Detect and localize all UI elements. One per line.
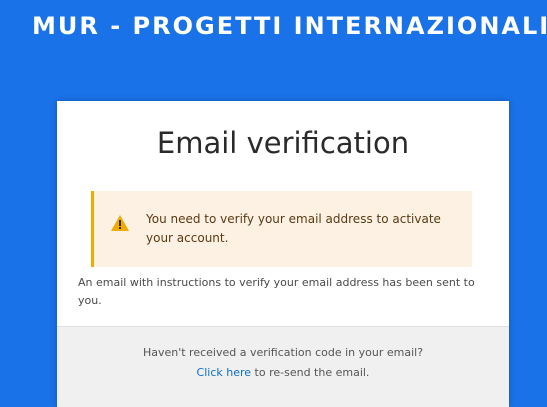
- resend-question: Haven't received a verification code in …: [142, 346, 424, 359]
- app-title: MUR - PROGETTI INTERNAZIONALI: [32, 12, 547, 40]
- card-footer: Haven't received a verification code in …: [57, 326, 509, 407]
- warning-alert: You need to verify your email address to…: [91, 191, 472, 267]
- info-message: An email with instructions to verify you…: [78, 276, 475, 307]
- warning-icon: [111, 215, 129, 231]
- resend-line: Click here to re-send the email.: [57, 364, 509, 382]
- page-title: Email verification: [156, 126, 410, 160]
- warning-message: You need to verify your email address to…: [146, 212, 441, 245]
- resend-suffix: to re-send the email.: [251, 366, 370, 379]
- resend-link[interactable]: Click here: [197, 366, 252, 379]
- verification-card: Email verification You need to verify yo…: [57, 101, 509, 407]
